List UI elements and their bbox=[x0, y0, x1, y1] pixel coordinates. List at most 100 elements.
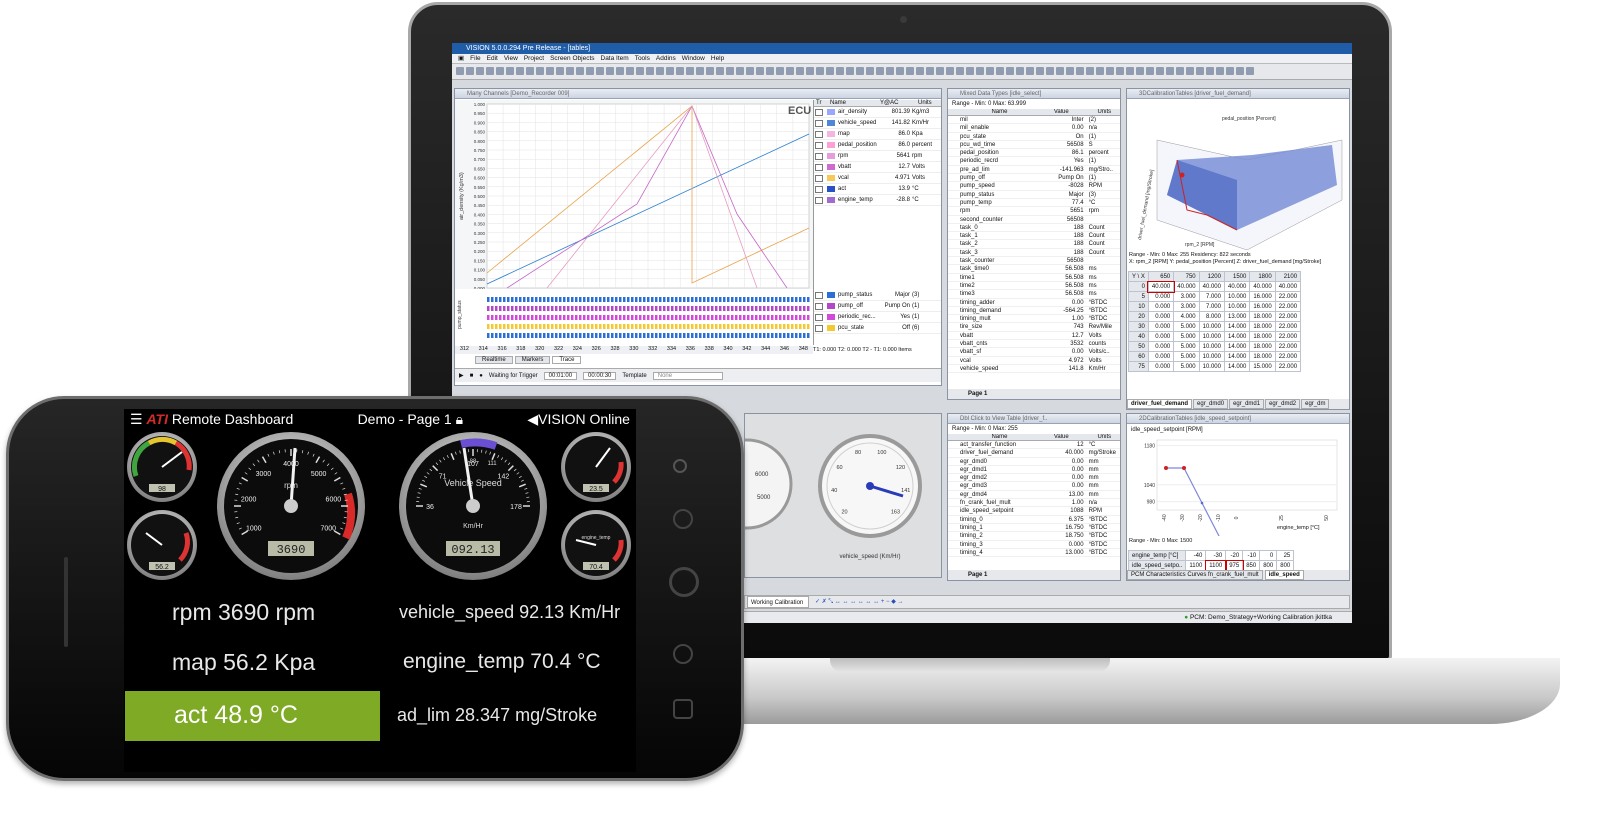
play-icon[interactable]: ▶ bbox=[459, 372, 464, 379]
toolbar-icon[interactable] bbox=[646, 67, 654, 75]
table-row[interactable]: timing_2 18.750 °BTDC bbox=[948, 532, 1120, 541]
toolbar-icon[interactable] bbox=[1126, 67, 1134, 75]
curve-y-cell[interactable]: 800 bbox=[1276, 560, 1295, 571]
curve-point[interactable] bbox=[1200, 501, 1204, 505]
table-row[interactable]: task_2 188 Count bbox=[948, 240, 1120, 249]
item-value[interactable]: On bbox=[1039, 133, 1087, 140]
toolbar-icon[interactable] bbox=[936, 67, 944, 75]
toolbar-icon[interactable] bbox=[1226, 67, 1234, 75]
channel-row[interactable]: rpm 5641 rpm bbox=[814, 151, 941, 162]
curve-tab[interactable]: PCM Characteristics Curves fn_crank_fuel… bbox=[1127, 570, 1263, 580]
map-cell[interactable]: 18.000 bbox=[1249, 311, 1276, 322]
toolbar-icon[interactable] bbox=[736, 67, 744, 75]
map-cell[interactable]: 0.000 bbox=[1147, 331, 1175, 342]
table-row[interactable]: mil_enable 0.00 n/a bbox=[948, 124, 1120, 133]
toolbar-icon[interactable] bbox=[956, 67, 964, 75]
toolbar-icon[interactable] bbox=[566, 67, 574, 75]
phone-menu-icon[interactable] bbox=[673, 699, 693, 719]
map-cell[interactable]: 10.000 bbox=[1198, 351, 1225, 362]
item-value[interactable]: 56.508 bbox=[1039, 274, 1087, 281]
toolbar-icon[interactable] bbox=[496, 67, 504, 75]
trace-chart[interactable]: 1.000 0.950 0.900 0.850 0.800 0.750 0.700 0.650… bbox=[455, 100, 813, 292]
table-row[interactable]: pump_temp 77.4 °C bbox=[948, 199, 1120, 208]
map-cell[interactable]: 22.000 bbox=[1274, 291, 1302, 302]
channel-row[interactable]: periodic_rec... Yes (1) bbox=[814, 312, 941, 323]
trace-tab-trace[interactable]: Trace bbox=[552, 356, 582, 364]
table-row[interactable]: timing_adder 0.00 °BTDC bbox=[948, 299, 1120, 307]
map-cell[interactable]: 10.000 bbox=[1223, 291, 1251, 302]
toolbar-icon[interactable] bbox=[1166, 67, 1174, 75]
record-icon[interactable]: ● bbox=[479, 373, 483, 379]
menu-tools[interactable]: Tools bbox=[635, 54, 650, 63]
channel-checkbox[interactable] bbox=[815, 303, 823, 310]
map-cell[interactable]: 10.000 bbox=[1198, 321, 1225, 332]
menu-view[interactable]: View bbox=[504, 54, 518, 63]
table-row[interactable]: pump_status Major (3) bbox=[948, 191, 1120, 199]
item-value[interactable]: 4.972 bbox=[1039, 357, 1087, 364]
item-value[interactable]: 1088 bbox=[1039, 507, 1087, 514]
map-cell[interactable]: 16.000 bbox=[1249, 291, 1276, 302]
phone-home-icon[interactable] bbox=[669, 567, 699, 597]
map-cell[interactable]: 5.000 bbox=[1173, 361, 1200, 372]
table-row[interactable]: act_transfer_function 12 °C bbox=[948, 441, 1120, 450]
calibration-select[interactable]: Working Calibration bbox=[747, 596, 809, 608]
toolbar-icon[interactable] bbox=[1106, 67, 1114, 75]
map-cell[interactable]: 7.000 bbox=[1198, 291, 1225, 302]
toolbar-icon[interactable] bbox=[766, 67, 774, 75]
toolbar-icon[interactable] bbox=[796, 67, 804, 75]
toolbar-icon[interactable] bbox=[466, 67, 474, 75]
toolbar-icon[interactable] bbox=[976, 67, 984, 75]
map-cell[interactable]: 18.000 bbox=[1249, 321, 1276, 332]
map-cell[interactable]: 22.000 bbox=[1274, 301, 1302, 312]
curve-y-cell[interactable]: 850 bbox=[1242, 560, 1261, 571]
toolbar-icon[interactable] bbox=[686, 67, 694, 75]
toolbar-icon[interactable] bbox=[1176, 67, 1184, 75]
toolbar-icon[interactable] bbox=[1066, 67, 1074, 75]
item-value[interactable]: 56508 bbox=[1039, 257, 1087, 264]
channel-checkbox[interactable] bbox=[815, 131, 823, 138]
item-value[interactable]: 56.508 bbox=[1039, 282, 1087, 289]
toolbar-icon[interactable] bbox=[636, 67, 644, 75]
map-cell[interactable]: 18.000 bbox=[1249, 351, 1276, 362]
stop-icon[interactable]: ■ bbox=[470, 373, 474, 379]
channel-row[interactable]: pump_off Pump On (1) bbox=[814, 301, 941, 312]
toolbar-icon[interactable] bbox=[1036, 67, 1044, 75]
time-a-field[interactable]: 00:01:00 bbox=[543, 371, 578, 380]
toolbar-icon[interactable] bbox=[916, 67, 924, 75]
menu-screen-objects[interactable]: Screen Objects bbox=[550, 54, 594, 63]
item-value[interactable]: 6.375 bbox=[1039, 516, 1087, 523]
map-cell[interactable]: 0.000 bbox=[1147, 361, 1175, 372]
curve-y-cell[interactable]: 1100 bbox=[1204, 559, 1227, 572]
toolbar-icon[interactable] bbox=[1206, 67, 1214, 75]
table-row[interactable]: time3 56.508 ms bbox=[948, 290, 1120, 299]
table-row[interactable]: rpm 5651 rpm bbox=[948, 207, 1120, 216]
toolbar-icon[interactable] bbox=[546, 67, 554, 75]
curve-x-cell[interactable]: 25 bbox=[1276, 550, 1295, 561]
toolbar-icon[interactable] bbox=[516, 67, 524, 75]
channel-checkbox[interactable] bbox=[815, 175, 823, 182]
map-cell[interactable]: 8.000 bbox=[1198, 311, 1225, 322]
table-row[interactable]: timing_mult 1.00 °BTDC bbox=[948, 315, 1120, 324]
toolbar-icon[interactable] bbox=[626, 67, 634, 75]
table-row[interactable]: task_time0 56.508 ms bbox=[948, 265, 1120, 274]
table-row[interactable]: timing_4 13.000 °BTDC bbox=[948, 549, 1120, 558]
table-row[interactable]: periodic_recrd Yes (1) bbox=[948, 157, 1120, 166]
item-value[interactable]: 0.00 bbox=[1039, 482, 1087, 489]
channel-row[interactable]: vcal 4.971 Volts bbox=[814, 173, 941, 184]
toolbar-icon[interactable] bbox=[996, 67, 1004, 75]
map-cell[interactable]: 0.000 bbox=[1147, 321, 1175, 332]
toolbar-icon[interactable] bbox=[1246, 67, 1254, 75]
item-value[interactable]: 188 bbox=[1039, 232, 1087, 239]
item-value[interactable]: 0.00 bbox=[1039, 299, 1087, 306]
map-cell[interactable]: 13.000 bbox=[1223, 311, 1251, 322]
curve-table[interactable]: engine_temp [°C] -40 -30 -20 -10 0 25 idle_spee… bbox=[1127, 550, 1295, 572]
map-cell[interactable]: 5.000 bbox=[1173, 331, 1200, 342]
table-row[interactable]: egr_dmd4 13.00 mm bbox=[948, 491, 1120, 500]
menu-data-item[interactable]: Data Item bbox=[601, 54, 629, 63]
toolbar-icon[interactable] bbox=[746, 67, 754, 75]
toolbar-icon[interactable] bbox=[1016, 67, 1024, 75]
hamburger-icon[interactable]: ☰ bbox=[130, 411, 143, 427]
map-cell[interactable]: 0.000 bbox=[1147, 341, 1175, 352]
page-indicator[interactable]: Demo - Page 1 🔒︎ bbox=[358, 411, 464, 428]
table-row[interactable]: egr_dmd0 0.00 mm bbox=[948, 458, 1120, 466]
